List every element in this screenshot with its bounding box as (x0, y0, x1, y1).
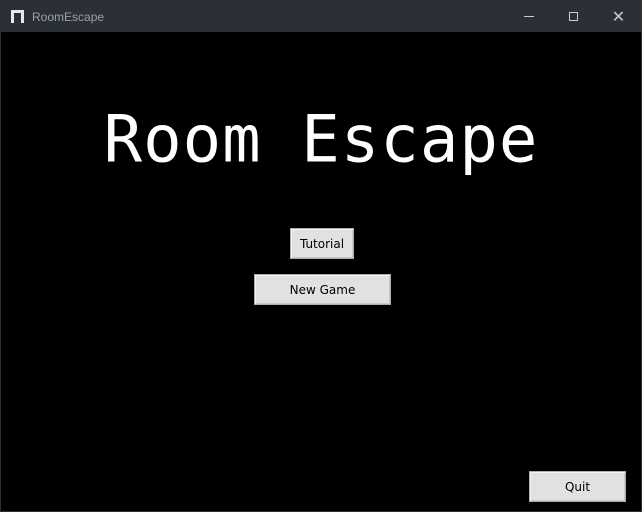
close-icon: ✕ (611, 6, 626, 26)
window-title: RoomEscape (32, 9, 105, 24)
game-canvas: Room Escape Tutorial New Game Quit (1, 32, 641, 511)
maximize-button[interactable] (551, 1, 596, 32)
minimize-button[interactable] (506, 1, 551, 32)
app-icon (11, 10, 24, 23)
app-window: RoomEscape ✕ Room Escape Tutorial New Ga… (0, 0, 642, 512)
maximize-icon (569, 12, 578, 21)
title-bar[interactable]: RoomEscape ✕ (1, 1, 641, 32)
quit-button[interactable]: Quit (529, 471, 626, 502)
tutorial-button[interactable]: Tutorial (290, 228, 354, 259)
minimize-icon (523, 16, 534, 17)
close-button[interactable]: ✕ (596, 1, 641, 32)
window-controls: ✕ (506, 1, 641, 32)
new-game-button[interactable]: New Game (254, 274, 391, 305)
game-title: Room Escape (103, 102, 539, 178)
